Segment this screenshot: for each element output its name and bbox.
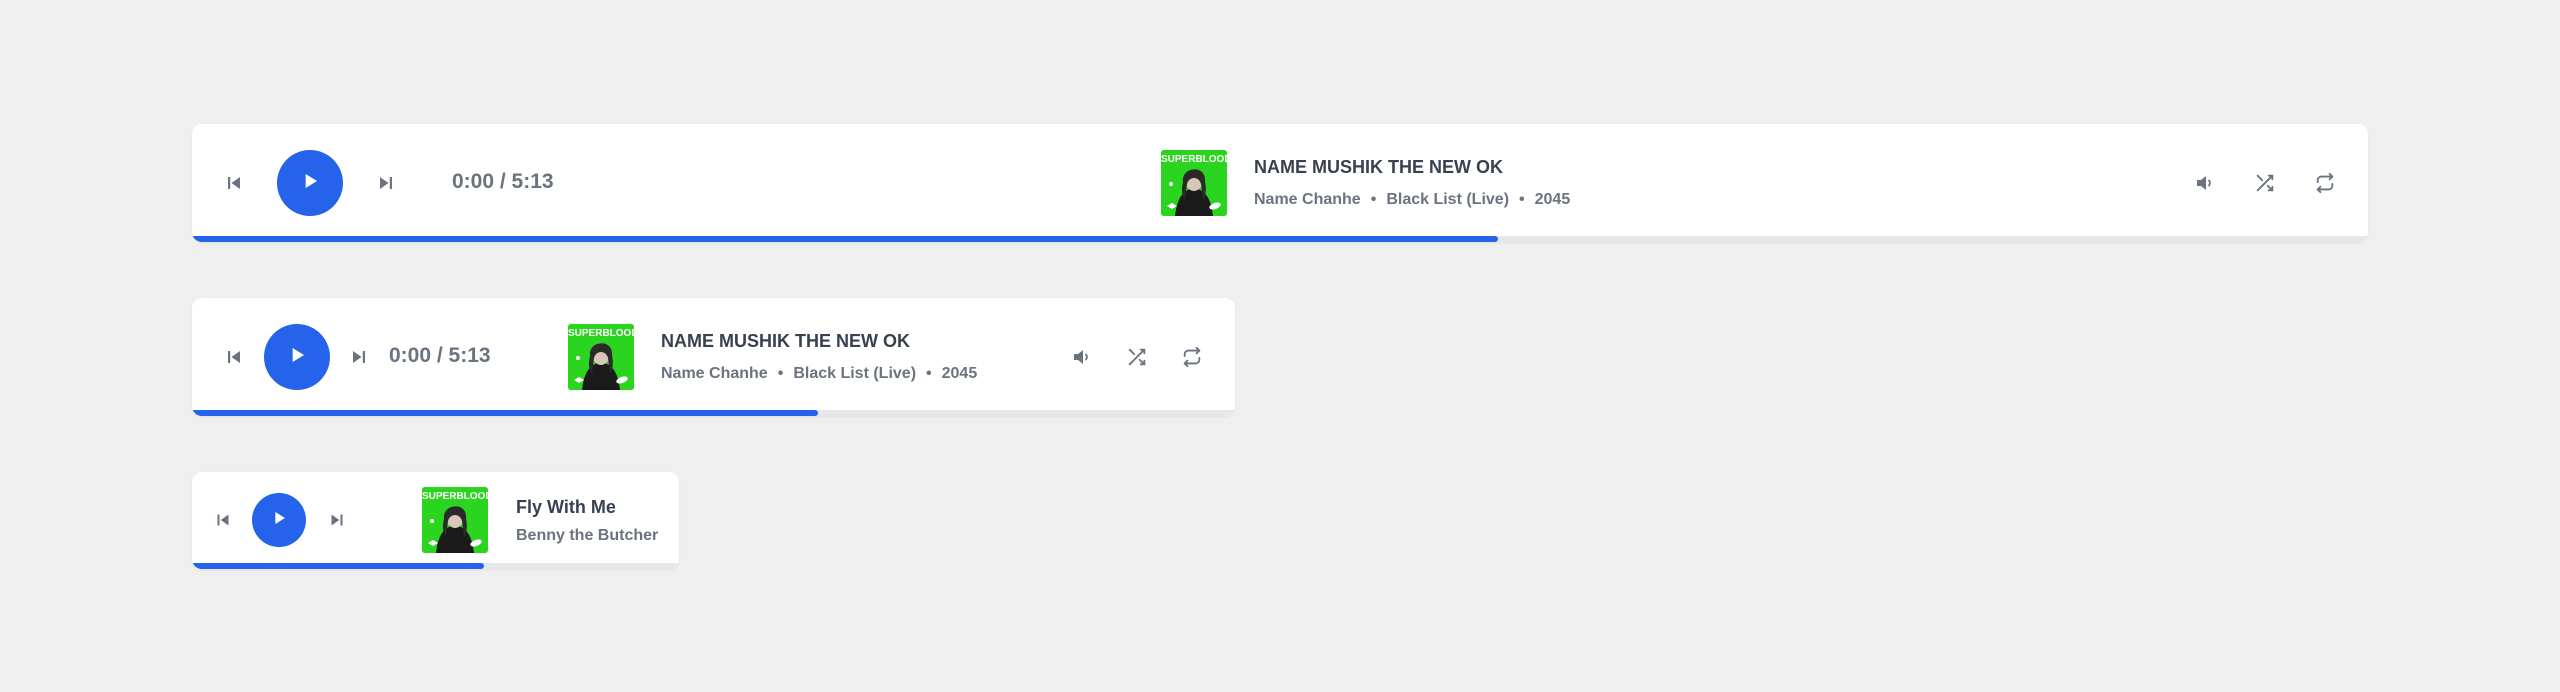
repeat-icon[interactable] <box>1180 345 1204 369</box>
progress-bar[interactable] <box>192 410 1235 416</box>
track-artist: Name Chanhe <box>661 365 768 382</box>
track-title: Fly With Me <box>516 497 616 517</box>
separator-dot: • <box>1370 191 1377 208</box>
album-cover: SUPERBLOOD <box>568 324 634 390</box>
separator-dot: • <box>926 365 932 382</box>
album-cover: SUPERBLOOD <box>422 487 488 553</box>
track-album: Black List (Live) <box>1386 191 1510 208</box>
skip-next-icon[interactable] <box>325 508 349 532</box>
album-cover-text: SUPERBLOOD <box>1161 154 1227 165</box>
track-artist: Benny the Butcher <box>516 527 659 544</box>
player-large: 0:00 / 5:13 SUPERBLOOD NAME MUSHIK THE N… <box>192 124 2368 242</box>
skip-previous-icon[interactable] <box>222 171 246 195</box>
volume-icon[interactable] <box>2193 171 2217 195</box>
track-title: NAME MUSHIK THE NEW OK <box>661 331 910 351</box>
skip-next-icon[interactable] <box>374 171 398 195</box>
separator-dot: • <box>777 365 784 382</box>
progress-bar[interactable] <box>192 563 679 569</box>
player-small: SUPERBLOOD Fly With Me Benny the Butcher <box>192 472 679 569</box>
progress-bar[interactable] <box>192 236 2368 242</box>
track-artist: Name Chanhe <box>1254 191 1361 208</box>
skip-next-icon[interactable] <box>347 345 371 369</box>
play-button[interactable] <box>277 150 343 216</box>
play-icon <box>297 168 323 199</box>
repeat-icon[interactable] <box>2313 171 2337 195</box>
separator-dot: • <box>1519 191 1525 208</box>
time-display: 0:00 / 5:13 <box>389 344 491 367</box>
progress-fill <box>192 410 818 416</box>
album-cover: SUPERBLOOD <box>1161 150 1227 216</box>
track-meta: Name Chanhe • Black List (Live) • 2045 <box>661 365 977 383</box>
time-display: 0:00 / 5:13 <box>452 170 554 193</box>
play-button[interactable] <box>252 493 306 547</box>
track-album: Black List (Live) <box>793 365 917 382</box>
play-icon <box>284 342 310 373</box>
track-meta: Name Chanhe • Black List (Live) • 2045 <box>1254 191 1570 209</box>
player-medium: 0:00 / 5:13 SUPERBLOOD NAME MUSHIK THE N… <box>192 298 1235 416</box>
skip-previous-icon[interactable] <box>222 345 246 369</box>
track-year: 2045 <box>1534 191 1571 208</box>
album-cover-text: SUPERBLOOD <box>422 491 488 502</box>
play-button[interactable] <box>264 324 330 390</box>
shuffle-icon[interactable] <box>1125 345 1149 369</box>
progress-fill <box>192 236 1498 242</box>
track-title: NAME MUSHIK THE NEW OK <box>1254 157 1503 177</box>
skip-previous-icon[interactable] <box>211 508 235 532</box>
play-icon <box>268 507 290 534</box>
volume-icon[interactable] <box>1070 345 1094 369</box>
track-year: 2045 <box>941 365 978 382</box>
progress-fill <box>192 563 485 569</box>
shuffle-icon[interactable] <box>2253 171 2277 195</box>
album-cover-text: SUPERBLOOD <box>568 328 634 339</box>
